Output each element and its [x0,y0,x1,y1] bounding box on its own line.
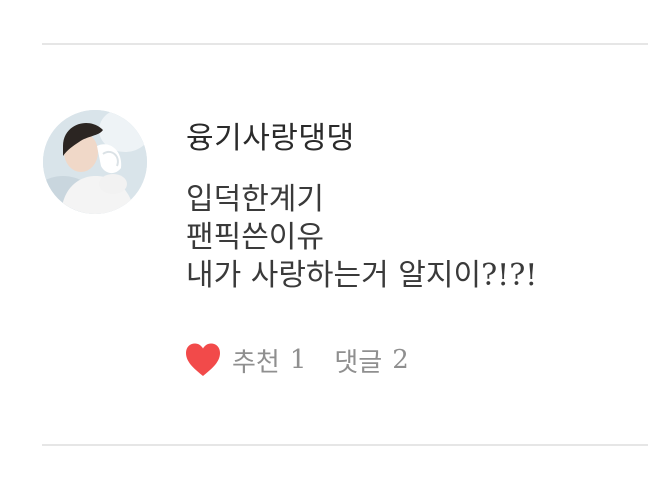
reply-label[interactable]: 댓글 [334,342,382,379]
reply-count: 2 [392,345,409,375]
comment-line: 내가 사랑하는거 알지이?!?! [186,258,538,293]
comment-body: 입덕한계기 팬픽쓴이유 내가 사랑하는거 알지이?!?! [186,181,537,295]
comment-actions: 추천 1 댓글 2 [184,340,409,380]
heart-icon[interactable] [184,342,222,378]
author-name[interactable]: 융기사랑댕댕 [186,120,355,158]
top-divider [42,43,648,45]
like-label[interactable]: 추천 [232,342,280,379]
comment-line: 입덕한계기 [186,182,324,217]
like-count: 1 [289,345,307,375]
avatar[interactable] [43,110,147,214]
user-avatar-photo-icon [43,110,147,214]
bottom-divider [42,444,648,446]
comment-line: 팬픽쓴이유 [186,220,324,255]
